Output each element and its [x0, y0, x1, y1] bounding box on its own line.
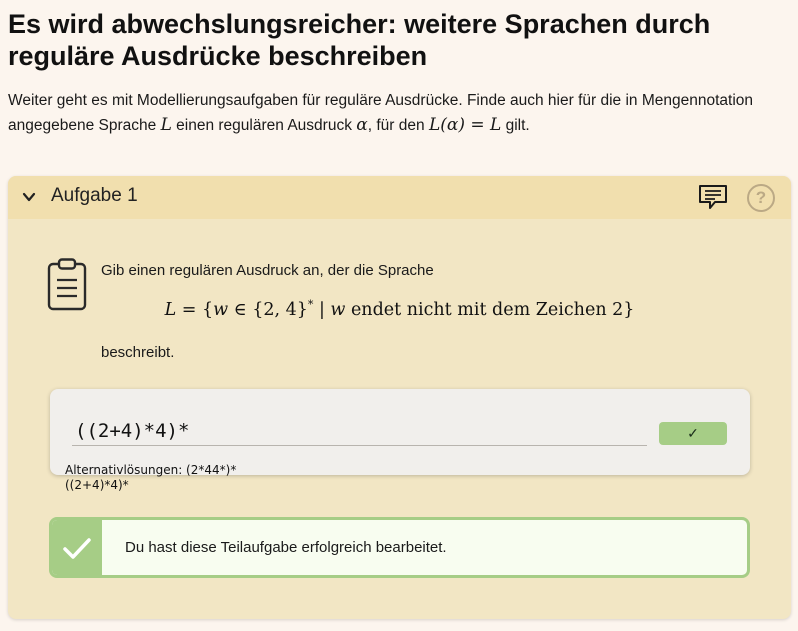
math-variable-alpha: α	[356, 115, 368, 135]
alternative-solutions: Alternativlösungen: (2*44*)* ((2+4)*4)*	[65, 463, 236, 493]
math-variable-L: L	[160, 115, 172, 135]
intro-text: Weiter geht es mit Modellierungsaufgaben…	[8, 88, 793, 138]
formula-part: L	[164, 299, 177, 320]
task-instruction: Gib einen regulären Ausdruck an, der die…	[101, 262, 434, 279]
chevron-down-icon[interactable]	[22, 190, 36, 204]
intro-text-part: einen regulären Ausdruck	[171, 117, 357, 134]
feedback-chat-icon[interactable]	[698, 184, 728, 210]
formula-part: w	[213, 299, 229, 320]
success-badge	[52, 520, 102, 575]
formula-part: = {	[176, 299, 214, 320]
help-icon[interactable]: ?	[747, 184, 775, 212]
intro-text-part: , für den	[367, 117, 429, 134]
page-title: Es wird abwechslungsreicher: weitere Spr…	[8, 9, 711, 71]
alternative-solutions-line: ((2+4)*4)*	[65, 478, 129, 492]
math-formula-L-alpha: L(α) = L	[428, 115, 502, 135]
regex-answer-input[interactable]	[72, 416, 647, 446]
formula-part: w	[330, 299, 346, 320]
formula-part: |	[313, 299, 331, 320]
success-message-box: Du hast diese Teilaufgabe erfolgreich be…	[49, 517, 750, 578]
task-title: Aufgabe 1	[51, 185, 138, 206]
intro-text-part: gilt.	[501, 117, 530, 134]
task-instruction-end: beschreibt.	[101, 344, 175, 361]
formula-part: ∈ {2, 4}	[228, 299, 308, 320]
formula-part: endet nicht mit dem Zeichen 2}	[345, 299, 635, 320]
checkmark-icon	[63, 538, 91, 559]
check-answer-button[interactable]: ✓	[659, 422, 727, 445]
language-formula: L = {w ∈ {2, 4}* | w endet nicht mit dem…	[8, 298, 791, 320]
alternative-solutions-line: Alternativlösungen: (2*44*)*	[65, 463, 237, 477]
task-card-header[interactable]: Aufgabe 1 ?	[8, 176, 791, 219]
success-message: Du hast diese Teilaufgabe erfolgreich be…	[125, 539, 447, 556]
task-card: Aufgabe 1 ? Gib einen regulären Ausdruck…	[8, 176, 791, 619]
